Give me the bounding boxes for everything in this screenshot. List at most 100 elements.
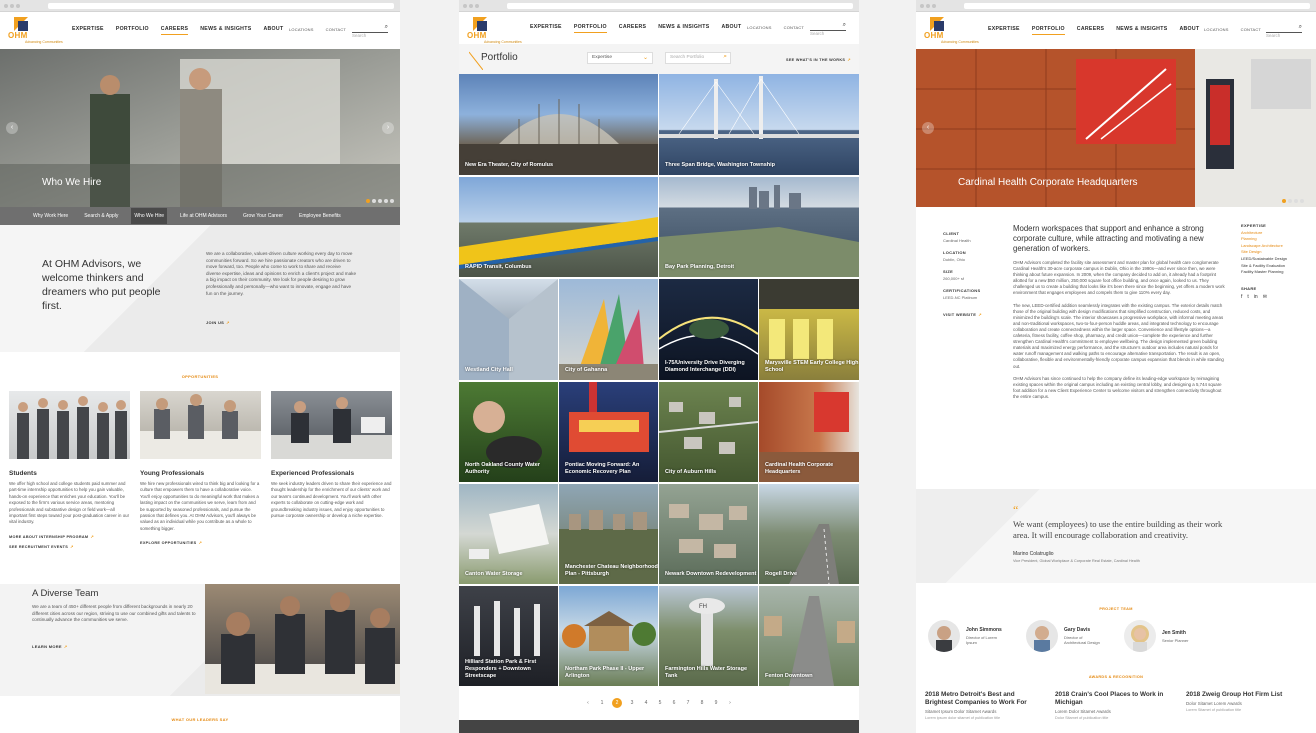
search-icon[interactable]: ⌕: [843, 22, 846, 29]
ohm-logo[interactable]: OHM Advancing Communities: [467, 17, 522, 45]
twitter-icon[interactable]: t: [1247, 294, 1248, 301]
page-link[interactable]: 6: [670, 700, 678, 706]
portfolio-tile[interactable]: City of Auburn Hills: [659, 382, 758, 482]
nav-about[interactable]: ABOUT: [721, 24, 741, 33]
carousel-dot[interactable]: [366, 199, 370, 203]
subnav-why-work-here[interactable]: Why Work Here: [30, 208, 71, 224]
next-slide-icon[interactable]: ›: [382, 122, 394, 134]
nav-careers[interactable]: CAREERS: [160, 26, 189, 35]
page-link[interactable]: 5: [656, 700, 664, 706]
page-link[interactable]: 4: [642, 700, 650, 706]
ohm-logo[interactable]: OHM Advancing Communities: [924, 17, 979, 45]
portfolio-search-input[interactable]: Search Portfolio ⌕: [665, 52, 731, 64]
portfolio-tile[interactable]: Marysville STEM Early College High Schoo…: [759, 279, 859, 380]
search-icon[interactable]: ⌕: [1299, 24, 1302, 31]
subnav-employee-benefits[interactable]: Employee Benefits: [296, 208, 344, 224]
search-input[interactable]: Search ⌕: [1266, 24, 1302, 38]
nav-careers[interactable]: CAREERS: [1077, 26, 1104, 35]
carousel-dot[interactable]: [390, 199, 394, 203]
expertise-link[interactable]: Landscape Architecture: [1241, 243, 1311, 250]
team-member[interactable]: Jen Smith Senior Planner: [1124, 620, 1202, 652]
search-icon[interactable]: ⌕: [723, 53, 727, 61]
portfolio-tile[interactable]: Pontiac Moving Forward: An Economic Reco…: [559, 382, 658, 482]
recruitment-events-link[interactable]: SEE RECRUITMENT EVENTS ↗: [9, 544, 130, 549]
nav-news[interactable]: NEWS & INSIGHTS: [200, 26, 251, 35]
carousel-dot[interactable]: [384, 199, 388, 203]
expertise-filter-select[interactable]: Expertise ⌄: [587, 52, 653, 64]
portfolio-tile[interactable]: Cardinal Health Corporate Headquarters: [759, 382, 859, 482]
team-member[interactable]: Gary Davis Director of Architectural Des…: [1026, 620, 1104, 652]
portfolio-tile[interactable]: RAPID Transit, Columbus: [459, 177, 658, 277]
portfolio-tile[interactable]: Three Span Bridge, Washington Township: [659, 74, 859, 175]
email-icon[interactable]: ✉: [1263, 294, 1267, 301]
next-page-icon[interactable]: ›: [726, 700, 734, 706]
search-icon[interactable]: ⌕: [385, 24, 388, 31]
search-input[interactable]: Search ⌕: [352, 24, 388, 38]
nav-about[interactable]: ABOUT: [1179, 26, 1199, 35]
nav-expertise[interactable]: EXPERTISE: [530, 24, 562, 33]
portfolio-tile[interactable]: Westland City Hall: [459, 279, 558, 380]
address-bar[interactable]: [964, 3, 1310, 9]
page-link[interactable]: 3: [628, 700, 636, 706]
portfolio-tile[interactable]: Rogell Drive: [759, 484, 859, 584]
subnav-search-apply[interactable]: Search & Apply: [81, 208, 121, 224]
prev-slide-icon[interactable]: ‹: [6, 122, 18, 134]
subnav-who-we-hire[interactable]: Who We Hire: [131, 208, 168, 224]
portfolio-tile[interactable]: Canton Water Storage: [459, 484, 558, 584]
team-member[interactable]: John Simmons Director of Lorem Ipsum: [928, 620, 1006, 652]
nav-news[interactable]: NEWS & INSIGHTS: [658, 24, 709, 33]
explore-opportunities-link[interactable]: EXPLORE OPPORTUNITIES ↗: [140, 540, 261, 545]
nav-portfolio[interactable]: PORTFOLIO: [573, 24, 607, 33]
portfolio-tile[interactable]: New Era Theater, City of Romulus: [459, 74, 658, 175]
address-bar[interactable]: [507, 3, 853, 9]
nav-about[interactable]: ABOUT: [263, 26, 283, 35]
portfolio-tile[interactable]: Bay Park Planning, Detroit: [659, 177, 859, 277]
nav-locations[interactable]: LOCATIONS: [289, 27, 314, 32]
see-whats-in-works-link[interactable]: SEE WHAT'S IN THE WORKS ↗: [786, 57, 851, 62]
carousel-dot[interactable]: [372, 199, 376, 203]
page-link[interactable]: 9: [712, 700, 720, 706]
carousel-dot[interactable]: [1288, 199, 1292, 203]
ohm-logo[interactable]: OHM Advancing Communities: [8, 17, 63, 45]
expertise-item[interactable]: LEED/Sustainable Design: [1241, 256, 1311, 263]
portfolio-tile[interactable]: Newark Downtown Redevelopment: [659, 484, 758, 584]
nav-locations[interactable]: LOCATIONS: [747, 25, 772, 30]
nav-expertise[interactable]: EXPERTISE: [72, 26, 104, 35]
portfolio-tile[interactable]: Hilliard Station Park & First Responders…: [459, 586, 558, 686]
carousel-dot[interactable]: [1282, 199, 1286, 203]
nav-expertise[interactable]: EXPERTISE: [988, 26, 1020, 35]
page-link[interactable]: 1: [598, 700, 606, 706]
expertise-link[interactable]: Site Design: [1241, 249, 1311, 256]
carousel-dot[interactable]: [1300, 199, 1304, 203]
linkedin-icon[interactable]: in: [1254, 294, 1258, 301]
facebook-icon[interactable]: f: [1241, 294, 1242, 301]
address-bar[interactable]: [48, 3, 394, 9]
nav-portfolio[interactable]: PORTFOLIO: [1031, 26, 1065, 35]
portfolio-tile[interactable]: City of Gahanna: [559, 279, 658, 380]
carousel-dot[interactable]: [1294, 199, 1298, 203]
search-input[interactable]: Search ⌕: [810, 22, 846, 36]
visit-website-link[interactable]: VISIT WEBSITE ↗: [943, 312, 1003, 317]
prev-page-icon[interactable]: ‹: [584, 700, 592, 706]
nav-contact[interactable]: CONTACT: [784, 25, 804, 30]
expertise-item[interactable]: Facility Master Planning: [1241, 269, 1311, 276]
page-link[interactable]: 8: [698, 700, 706, 706]
expertise-link[interactable]: Architecture: [1241, 230, 1311, 237]
carousel-dot[interactable]: [378, 199, 382, 203]
nav-locations[interactable]: LOCATIONS: [1204, 27, 1229, 32]
portfolio-tile[interactable]: Fenton Downtown: [759, 586, 859, 686]
join-us-link[interactable]: JOIN US ↗: [206, 320, 230, 325]
expertise-link[interactable]: Planning: [1241, 236, 1311, 243]
portfolio-tile[interactable]: Northam Park Phase II - Upper Arlington: [559, 586, 658, 686]
nav-contact[interactable]: CONTACT: [326, 27, 346, 32]
internship-link[interactable]: MORE ABOUT INTERNSHIP PROGRAM ↗: [9, 534, 130, 539]
nav-news[interactable]: NEWS & INSIGHTS: [1116, 26, 1167, 35]
prev-slide-icon[interactable]: ‹: [922, 122, 934, 134]
page-link-current[interactable]: 2: [612, 698, 622, 708]
learn-more-link[interactable]: LEARN MORE ↗: [32, 644, 68, 649]
subnav-life-at-ohm[interactable]: Life at OHM Advisors: [177, 208, 230, 224]
nav-portfolio[interactable]: PORTFOLIO: [116, 26, 149, 35]
subnav-grow-your-career[interactable]: Grow Your Career: [240, 208, 286, 224]
portfolio-tile[interactable]: FH Farmington Hills Water Storage Tank: [659, 586, 758, 686]
page-link[interactable]: 7: [684, 700, 692, 706]
